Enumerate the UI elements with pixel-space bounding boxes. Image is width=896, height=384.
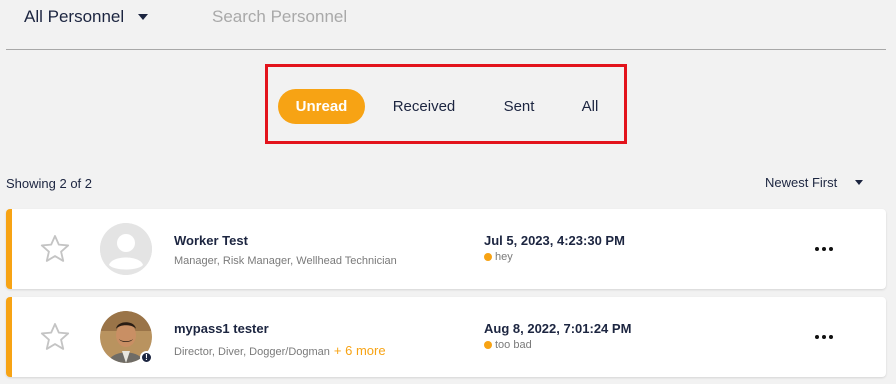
sender-roles: Manager, Risk Manager, Wellhead Technici… — [174, 255, 397, 267]
more-roles-link[interactable]: + 6 more — [334, 343, 386, 358]
top-bar: All Personnel — [0, 0, 896, 50]
roles-text: Manager, Risk Manager, Wellhead Technici… — [174, 255, 397, 267]
avatar: ! — [100, 311, 153, 364]
tab-unread[interactable]: Unread — [278, 89, 365, 124]
sender-name: Worker Test — [174, 233, 248, 248]
sender-roles: Director, Diver, Dogger/Dogman + 6 more — [174, 343, 386, 358]
tab-received[interactable]: Received — [384, 89, 464, 124]
star-icon[interactable] — [38, 232, 72, 266]
sort-label: Newest First — [765, 175, 838, 190]
caret-down-icon — [138, 14, 149, 20]
message-date: Jul 5, 2023, 4:23:30 PM — [484, 233, 625, 248]
alert-badge: ! — [140, 351, 153, 364]
star-icon[interactable] — [38, 320, 72, 354]
sender-name: mypass1 tester — [174, 321, 269, 336]
avatar — [100, 223, 152, 275]
message-card[interactable]: Worker Test Manager, Risk Manager, Wellh… — [6, 209, 886, 289]
unread-dot-icon — [484, 253, 492, 261]
preview-text: too bad — [495, 339, 532, 351]
message-date: Aug 8, 2022, 7:01:24 PM — [484, 321, 632, 336]
tab-all[interactable]: All — [568, 89, 612, 124]
caret-down-icon — [855, 180, 864, 185]
unread-dot-icon — [484, 341, 492, 349]
search-personnel-input[interactable] — [206, 3, 506, 31]
default-avatar-icon — [100, 223, 152, 275]
more-options-icon[interactable] — [812, 239, 836, 259]
preview-text: hey — [495, 251, 513, 263]
header-divider — [6, 49, 886, 50]
unread-indicator-bar — [6, 209, 12, 289]
roles-text: Director, Diver, Dogger/Dogman — [174, 346, 330, 358]
results-count: Showing 2 of 2 — [6, 176, 93, 191]
message-preview: hey — [484, 251, 513, 263]
sort-dropdown[interactable]: Newest First — [765, 175, 864, 190]
message-card[interactable]: ! mypass1 tester Director, Diver, Dogger… — [6, 297, 886, 377]
unread-indicator-bar — [6, 297, 12, 377]
more-options-icon[interactable] — [812, 327, 836, 347]
personnel-filter-label: All Personnel — [24, 7, 125, 26]
personnel-filter-dropdown[interactable]: All Personnel — [24, 6, 149, 28]
message-tabs: Unread Received Sent All — [265, 64, 627, 144]
message-preview: too bad — [484, 339, 532, 351]
tab-sent[interactable]: Sent — [494, 89, 544, 124]
